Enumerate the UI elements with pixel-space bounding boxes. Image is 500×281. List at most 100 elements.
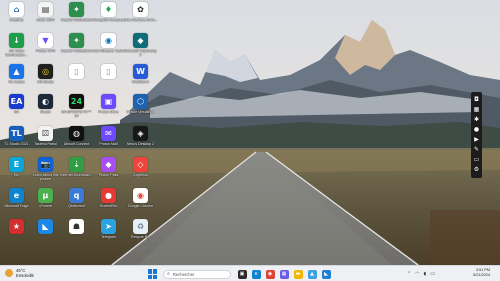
app-red-icon: ★ (9, 219, 24, 234)
desktop-icon[interactable]: EA EA (1, 94, 32, 125)
wifi-icon[interactable]: ◠ (415, 271, 419, 277)
desktop-icon[interactable]: e Microsoft Edge (1, 188, 32, 219)
grid-icon[interactable]: ▦ (473, 106, 480, 113)
app-white-icon: ☗ (69, 219, 84, 234)
desktop-icon[interactable]: ▼ Proton VPN (30, 33, 61, 64)
spotlight-icon: 📷 (38, 157, 53, 172)
search-placeholder: Rechercher (172, 271, 195, 277)
mongodb-icon: ♦ (101, 2, 116, 17)
desktop-icon[interactable]: ▯ (61, 64, 92, 95)
utorrent-icon: µ (38, 188, 53, 203)
desktop-icon-label: Ubisoft Connect (63, 142, 90, 146)
desktop-icon[interactable]: ➤ Telegram (93, 219, 124, 250)
edge-taskbar-icon[interactable]: e (251, 269, 261, 279)
desktop-icon[interactable]: ◆ Microsoft Clipchamp 2 (124, 33, 157, 64)
desktop-icon[interactable]: ▯ (93, 64, 124, 95)
desktop-icon[interactable]: ◍ Ubisoft Connect (61, 126, 92, 157)
camera-icon[interactable]: ◘ (473, 96, 480, 103)
desktop-icon[interactable]: ◐ Steam (30, 94, 61, 125)
desktop-icon-label: ScreenRec (99, 204, 118, 208)
desktop-icon[interactable]: ✦ Crystal Fiddlesticks (61, 2, 92, 33)
app-blue-icon: ◣ (38, 219, 53, 234)
desktop-icon[interactable]: ● ScreenRec (93, 188, 124, 219)
desktop-icon[interactable]: W WebStorm (125, 64, 156, 95)
ea-icon: EA (9, 94, 24, 109)
desktop-icon[interactable]: ◉ Google Chrome (125, 188, 156, 219)
nexus-icon: ◈ (133, 126, 148, 141)
desktop-icon[interactable]: ▤ editor 2024 (30, 2, 61, 33)
taskbar-center: ⌕ Rechercher ▣ e ◉ ▦ ▬ ▲ ◣ (148, 268, 333, 280)
easports-icon: 24 (69, 94, 84, 109)
settings-icon[interactable]: ✱ (473, 116, 480, 123)
desktop-icon[interactable]: ◇ AnyDesk (125, 157, 156, 188)
pen-icon[interactable]: ✎ (473, 146, 480, 153)
desktop-icon[interactable]: ☗ (61, 219, 92, 250)
weather-widget[interactable]: 45°C Ensoleillé (5, 268, 34, 278)
anydesk-icon: ◇ (133, 157, 148, 172)
desktop-icon[interactable]: ★ (1, 219, 32, 250)
desktop-icon[interactable]: q Qbittorrent (61, 188, 92, 219)
desktop-icon[interactable]: ▣ Proton Drive (93, 94, 124, 125)
desktop-icon-label: Recycle Bin (131, 235, 150, 239)
proton-drive-icon: ▣ (101, 94, 116, 109)
desktop-icon-label: Learn about this picture (32, 173, 59, 181)
store-taskbar-icon[interactable]: ▦ (279, 269, 289, 279)
chrome-taskbar-icon[interactable]: ◉ (265, 269, 275, 279)
weather-desc: Ensoleillé (16, 273, 34, 278)
proton-vpn-icon: ▼ (38, 33, 53, 48)
desktop-icon-label: Internet Download... (60, 173, 93, 177)
crystal-icon-2: ✦ (69, 33, 84, 48)
desktop-icon[interactable]: ◈ Nexus Desktop 2 (125, 126, 156, 157)
desktop-icon[interactable]: E Elk (1, 157, 32, 188)
clock[interactable]: 3:51 PM 5/21/2024 (462, 268, 490, 278)
volume-icon[interactable]: ◖ (424, 271, 427, 277)
task-view-icon[interactable]: ▣ (237, 269, 247, 279)
desktop-icon[interactable]: ⚄ Tasteful Patrol (30, 126, 61, 157)
search-box[interactable]: ⌕ Rechercher (163, 269, 231, 279)
photos-taskbar-icon[interactable]: ▲ (307, 269, 317, 279)
desktop-icon[interactable]: TL TL Studio 2021 (1, 126, 32, 157)
desktop-icon[interactable]: ⇣ Internet Download... (60, 157, 93, 188)
steam-icon: ◐ (38, 94, 53, 109)
start-button[interactable] (148, 269, 158, 279)
tl-studio-icon: TL (9, 126, 24, 141)
taskbar: 45°C Ensoleillé ⌕ Rechercher ▣ e ◉ ▦ ▬ ▲ ◣ ⌃ ◠ ◖… (0, 265, 500, 281)
desktop-icon[interactable]: ◆ Proton Pass (93, 157, 124, 188)
telegram-icon: ➤ (101, 219, 116, 234)
desktop-icon-label: Qbittorrent (68, 204, 85, 208)
desktop-icon[interactable]: µ uTorrent (30, 188, 61, 219)
idm-icon: ⇣ (69, 157, 84, 172)
chevron-up-icon[interactable]: ⌃ (407, 271, 411, 277)
desktop-icon-label: Microsoft Clipchamp 2 (124, 49, 157, 57)
desktop-icon[interactable]: ♻ Recycle Bin (125, 219, 156, 250)
desktop-icon-label: WebStorm (132, 80, 149, 84)
ae-video-icon: ↓ (9, 33, 24, 48)
desktop-icon-label: AnyDesk (133, 173, 148, 177)
gear-icon[interactable]: ⚙ (473, 166, 480, 173)
side-toolbar: ◘ ▦ ✱ ● ▶ ✎ ▭ ⚙ (471, 92, 482, 178)
desktop-icon[interactable]: ✉ Proton Mail (93, 126, 124, 157)
desktop-icon[interactable]: ✦ Crystal Fiddlesticks (61, 33, 92, 64)
monitor-icon[interactable]: ▭ (473, 156, 480, 163)
desktop-icon[interactable]: ⌂ Graphite (1, 2, 32, 33)
desktop-icon[interactable]: ▲ Vlc Codec (1, 64, 32, 95)
desktop-icon[interactable]: ↓ AE Video Downloader... (1, 33, 32, 64)
video-icon[interactable]: ▶ (473, 136, 480, 143)
edge-icon: e (9, 188, 24, 203)
vscode-taskbar-icon[interactable]: ◣ (321, 269, 331, 279)
editor-icon: ▤ (38, 2, 53, 17)
desktop-icon-label: Crystal Fiddlesticks (61, 18, 92, 22)
desktop-icon[interactable]: ♦ MongoDB Compass (92, 2, 125, 33)
velo-icon: ✿ (133, 2, 148, 17)
desktop-icon[interactable]: ◉ Intel Wireless Tasks (93, 33, 124, 64)
battery-icon[interactable]: ▭ (430, 271, 435, 277)
proton-pass-icon: ◆ (101, 157, 116, 172)
desktop-icon[interactable]: 📷 Learn about this picture (30, 157, 61, 188)
desktop-icon[interactable]: ✿ Velo Interface Anim... (124, 2, 157, 33)
desktop-icon[interactable]: ◣ (30, 219, 61, 250)
explorer-taskbar-icon[interactable]: ▬ (293, 269, 303, 279)
mic-icon[interactable]: ● (473, 126, 480, 133)
desktop-icon[interactable]: ◎ OS Studio (30, 64, 61, 95)
desktop-icon[interactable]: 24 EA SPORTS FC™ 24 (61, 94, 92, 125)
desktop-icon[interactable]: ⬡ Oracle VirtualBox (125, 94, 156, 125)
